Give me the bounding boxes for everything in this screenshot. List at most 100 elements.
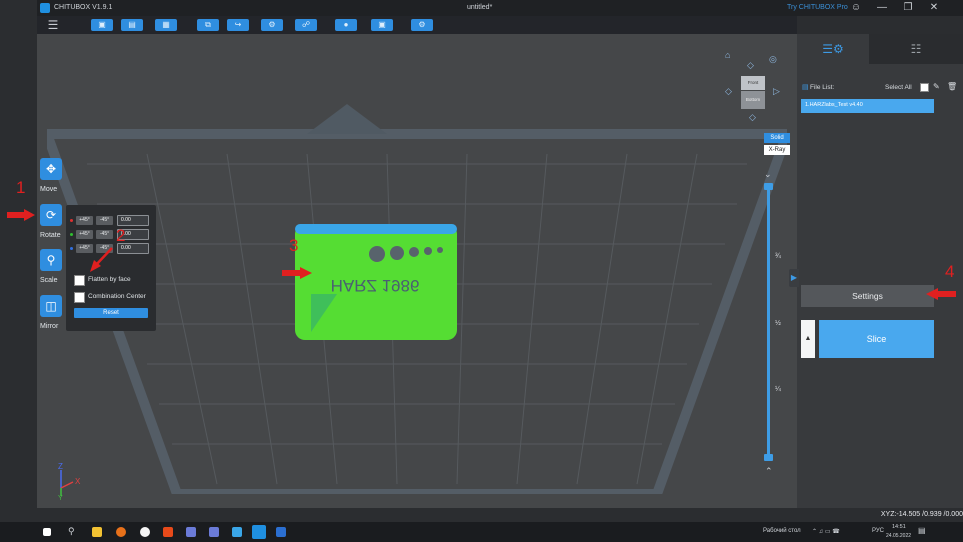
resin-button[interactable]: ● (335, 19, 357, 31)
chitubox-logo-icon (40, 3, 50, 13)
repair-button[interactable]: ⚙ (261, 19, 283, 31)
trash-icon[interactable]: 🗑 (947, 82, 957, 91)
annotation-number-1: 1 (16, 178, 26, 197)
hamburger-menu-icon[interactable]: ☰ (45, 18, 61, 32)
slider-mark-half: ½ (775, 320, 781, 327)
left-view-icon[interactable]: ◇ (725, 86, 732, 97)
hollow-button[interactable]: ▣ (371, 19, 393, 31)
clock-date: 24.05.2022 (886, 533, 912, 539)
edit-icon[interactable]: ✎ (933, 82, 940, 91)
layer-slider-track[interactable] (767, 186, 770, 458)
word-icon[interactable] (276, 527, 286, 537)
telegram-icon[interactable] (232, 527, 242, 537)
close-icon[interactable]: ✕ (923, 1, 945, 15)
restore-icon[interactable]: ❐ (897, 1, 919, 15)
top-view-icon[interactable]: ◇ (747, 60, 754, 71)
machine-button[interactable]: ⚙ (411, 19, 433, 31)
xray-view-button[interactable]: X-Ray (764, 145, 790, 155)
copy-button[interactable]: ⧉ (197, 19, 219, 31)
notification-icon[interactable]: ▤ (918, 526, 926, 535)
file-list-item[interactable]: 1.HARZlabs_Test v4.40 (801, 99, 934, 113)
mirror-label: Mirror (40, 323, 59, 330)
file-settings-tab[interactable]: ☰⚙ (797, 34, 869, 64)
view-cube-bottom[interactable]: Bottom (741, 91, 765, 109)
windows-start-icon[interactable] (43, 528, 51, 536)
slider-mark-quarter: ¼ (775, 386, 781, 393)
yandex-icon[interactable] (140, 527, 150, 537)
x-axis-dot (70, 219, 73, 222)
slider-down-chevron-icon[interactable]: ⌃ (765, 466, 773, 477)
model-harz[interactable]: HARZ 1986 (295, 224, 457, 340)
slice-button[interactable]: Slice (819, 320, 934, 358)
rotate-label: Rotate (40, 232, 61, 239)
bottom-view-icon[interactable]: ◇ (749, 112, 756, 123)
combination-center-label: Combination Center (88, 293, 146, 300)
3d-viewport[interactable]: HARZ 1986 ✥ Move ⟳ Rotate ⚲ Scale ◫ Mirr… (37, 34, 797, 508)
minimize-icon[interactable]: — (871, 1, 893, 15)
supports-tab[interactable]: ☷ (869, 34, 963, 64)
xyz-coordinates: XYZ:-14.505 /0.939 /0.000 (880, 511, 963, 518)
y-minus-45-button[interactable]: -45° (96, 230, 113, 239)
file-list-label: File List: (810, 84, 835, 91)
tray-icons[interactable]: ⌃ ♫ ▭ ☎ (812, 528, 840, 535)
settings-button[interactable]: Settings (801, 285, 934, 307)
slider-up-chevron-icon[interactable]: ⌄ (764, 169, 772, 180)
move-label: Move (40, 186, 58, 193)
annotation-arrow-3 (282, 267, 312, 279)
reset-button[interactable]: Reset (74, 308, 148, 318)
scale-tool-button[interactable]: ⚲ (40, 249, 62, 271)
rotate-tool-button[interactable]: ⟳ (40, 204, 62, 226)
desktop-label[interactable]: Рабочий стол (763, 528, 801, 534)
y-plus-45-button[interactable]: +45° (76, 230, 93, 239)
flatten-by-face-label: Flatten by face (88, 276, 131, 283)
import-button[interactable]: ▦ (155, 19, 177, 31)
z-axis-dot (70, 247, 73, 250)
view-cube-front[interactable]: Front (741, 76, 765, 90)
annotation-number-3: 3 (289, 236, 299, 255)
annotation-number-4: 4 (945, 262, 955, 281)
x-minus-45-button[interactable]: -45° (96, 216, 113, 225)
home-view-icon[interactable]: ⌂ (725, 50, 730, 60)
office-icon[interactable] (163, 527, 173, 537)
file-list-icon: ▤ (802, 84, 809, 91)
chitubox-window: CHITUBOX V1.9.1 untitled* Try CHITUBOX P… (0, 0, 963, 542)
tree-support-button[interactable]: ☍ (295, 19, 317, 31)
firefox-icon[interactable] (116, 527, 126, 537)
combination-center-checkbox[interactable] (74, 292, 85, 303)
right-view-icon[interactable]: ▷ (773, 86, 780, 97)
right-panel: ☰⚙ ☷ ▤ File List: Select All ✎ 🗑 1.HARZl… (789, 34, 963, 508)
slider-mark-three-quarter: ¾ (775, 253, 781, 260)
language-indicator[interactable]: РУС (872, 528, 884, 534)
title-bar: CHITUBOX V1.9.1 untitled* Try CHITUBOX P… (37, 0, 963, 16)
annotation-arrow-4 (926, 288, 956, 300)
user-icon[interactable]: ☺ (845, 1, 867, 15)
select-all-label: Select All (885, 84, 912, 91)
flatten-by-face-checkbox[interactable] (74, 275, 85, 286)
windows-taskbar: ⚲ Рабочий стол ⌃ ♫ ▭ ☎ РУС 14:51 24.05.2… (0, 522, 963, 542)
main-toolbar: ☰ ▣ ▤ ▦ ⧉ ↪ ⚙ ☍ ● ▣ ⚙ (37, 16, 797, 34)
export-button[interactable]: ↪ (227, 19, 249, 31)
solid-view-button[interactable]: Solid (764, 133, 790, 143)
chitubox-taskbar-icon[interactable] (252, 525, 266, 539)
slice-expand-button[interactable]: ▲ (801, 320, 815, 358)
app-icon-2[interactable] (209, 527, 219, 537)
move-tool-button[interactable]: ✥ (40, 158, 62, 180)
search-icon[interactable]: ⚲ (68, 526, 75, 537)
mirror-tool-button[interactable]: ◫ (40, 295, 62, 317)
app-icon-1[interactable] (186, 527, 196, 537)
layer-slider-top-handle[interactable] (764, 183, 773, 190)
app-name: CHITUBOX V1.9.1 (54, 4, 113, 11)
file-item-name: 1.HARZlabs_Test v4.40 (805, 102, 863, 108)
try-pro-link[interactable]: Try CHITUBOX Pro (787, 4, 848, 11)
rotate-view-icon[interactable]: ◎ (769, 54, 777, 65)
save-button[interactable]: ▤ (121, 19, 143, 31)
layer-slider-bottom-handle[interactable] (764, 454, 773, 461)
open-file-button[interactable]: ▣ (91, 19, 113, 31)
x-plus-45-button[interactable]: +45° (76, 216, 93, 225)
file-explorer-icon[interactable] (92, 527, 102, 537)
annotation-number-2: 2 (116, 226, 126, 245)
select-all-checkbox[interactable] (920, 83, 929, 92)
x-rotation-input[interactable]: 0.00 (117, 215, 149, 226)
collapse-panel-arrow-icon[interactable]: ▶ (789, 269, 799, 287)
annotation-arrow-2 (90, 247, 113, 272)
